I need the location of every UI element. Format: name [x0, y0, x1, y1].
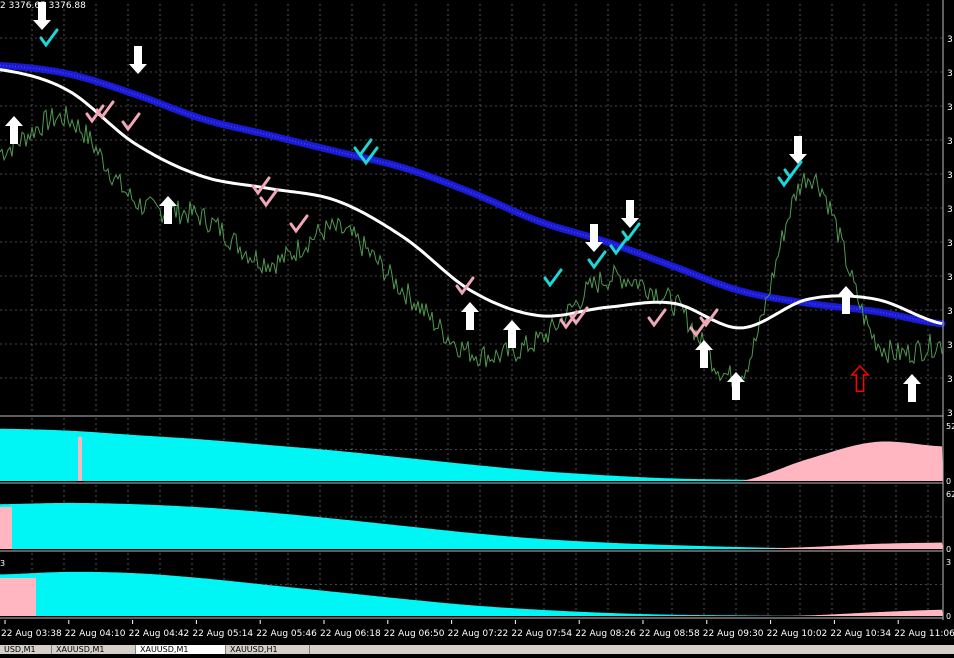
time-axis-label: 22 Aug 07:22 — [448, 629, 509, 639]
time-axis-label: 22 Aug 10:02 — [767, 629, 828, 639]
tab-xauusd-m1-a[interactable]: XAUUSD,M1 — [52, 645, 136, 654]
time-axis-label: 22 Aug 07:54 — [511, 629, 572, 639]
price-axis-label: 3 — [947, 273, 953, 283]
price-axis-label: 3 — [947, 137, 953, 147]
histogram-pink-start-2 — [0, 507, 12, 549]
price-axis-label: 3 — [947, 69, 953, 79]
price-axis-label: 3 — [947, 375, 953, 385]
price-axis-label: 3 — [947, 409, 953, 419]
price-axis-label: 3 — [947, 103, 953, 113]
time-axis-label: 22 Aug 05:46 — [256, 629, 317, 639]
price-axis-label: 3 — [947, 307, 953, 317]
price-axis-label: 3 — [947, 341, 953, 351]
indicator-axis-label: 62 — [946, 490, 954, 499]
chart-canvas[interactable]: 3 3 3 3 3 3 3 3 3 3 3 3 52 0 62 0 3 0 3 2 3376.65 3376.88 22… — [0, 0, 954, 654]
histogram-marker-bar — [78, 437, 82, 481]
time-axis-label: 22 Aug 03:38 — [1, 629, 62, 639]
time-axis-label: 22 Aug 08:58 — [639, 629, 700, 639]
time-axis-label: 22 Aug 09:30 — [703, 629, 764, 639]
tab-usd-m1[interactable]: USD,M1 — [0, 645, 52, 654]
histogram-pink-start-3 — [0, 578, 36, 616]
price-axis-label: 3 — [947, 205, 953, 215]
time-axis-label: 22 Aug 04:10 — [65, 629, 126, 639]
tab-xauusd-m1-active[interactable]: XAUUSD,M1 — [136, 645, 226, 654]
time-axis-label: 22 Aug 05:14 — [192, 629, 253, 639]
indicator-axis-label: 3 — [946, 558, 951, 567]
trading-chart[interactable]: 3 3 3 3 3 3 3 3 3 3 3 3 52 0 62 0 3 0 3 2 3376.65 3376.88 22… — [0, 0, 954, 654]
time-axis-label: 22 Aug 08:26 — [575, 629, 636, 639]
time-axis-label: 22 Aug 11:06 — [894, 629, 954, 639]
time-axis-label: 22 Aug 06:18 — [320, 629, 381, 639]
indicator-axis-label: 52 — [946, 422, 954, 431]
price-axis-label: 3 — [947, 239, 953, 249]
indicator-axis-label: 0 — [946, 545, 951, 554]
time-axis-label: 22 Aug 06:50 — [384, 629, 445, 639]
time-axis-label: 22 Aug 04:42 — [129, 629, 190, 639]
price-axis-label: 3 — [947, 35, 953, 45]
tab-xauusd-h1[interactable]: XAUUSD,H1 — [226, 645, 310, 654]
price-axis-label: 3 — [947, 171, 953, 181]
subpanel-level-label: 3 — [0, 559, 5, 568]
indicator-axis-label: 0 — [946, 477, 951, 486]
time-axis-label: 22 Aug 10:34 — [830, 629, 891, 639]
chart-tab-bar: USD,M1 XAUUSD,M1 XAUUSD,M1 XAUUSD,H1 — [0, 645, 954, 654]
price-header: 2 3376.65 3376.88 — [0, 1, 86, 11]
indicator-axis-label: 0 — [946, 612, 951, 621]
